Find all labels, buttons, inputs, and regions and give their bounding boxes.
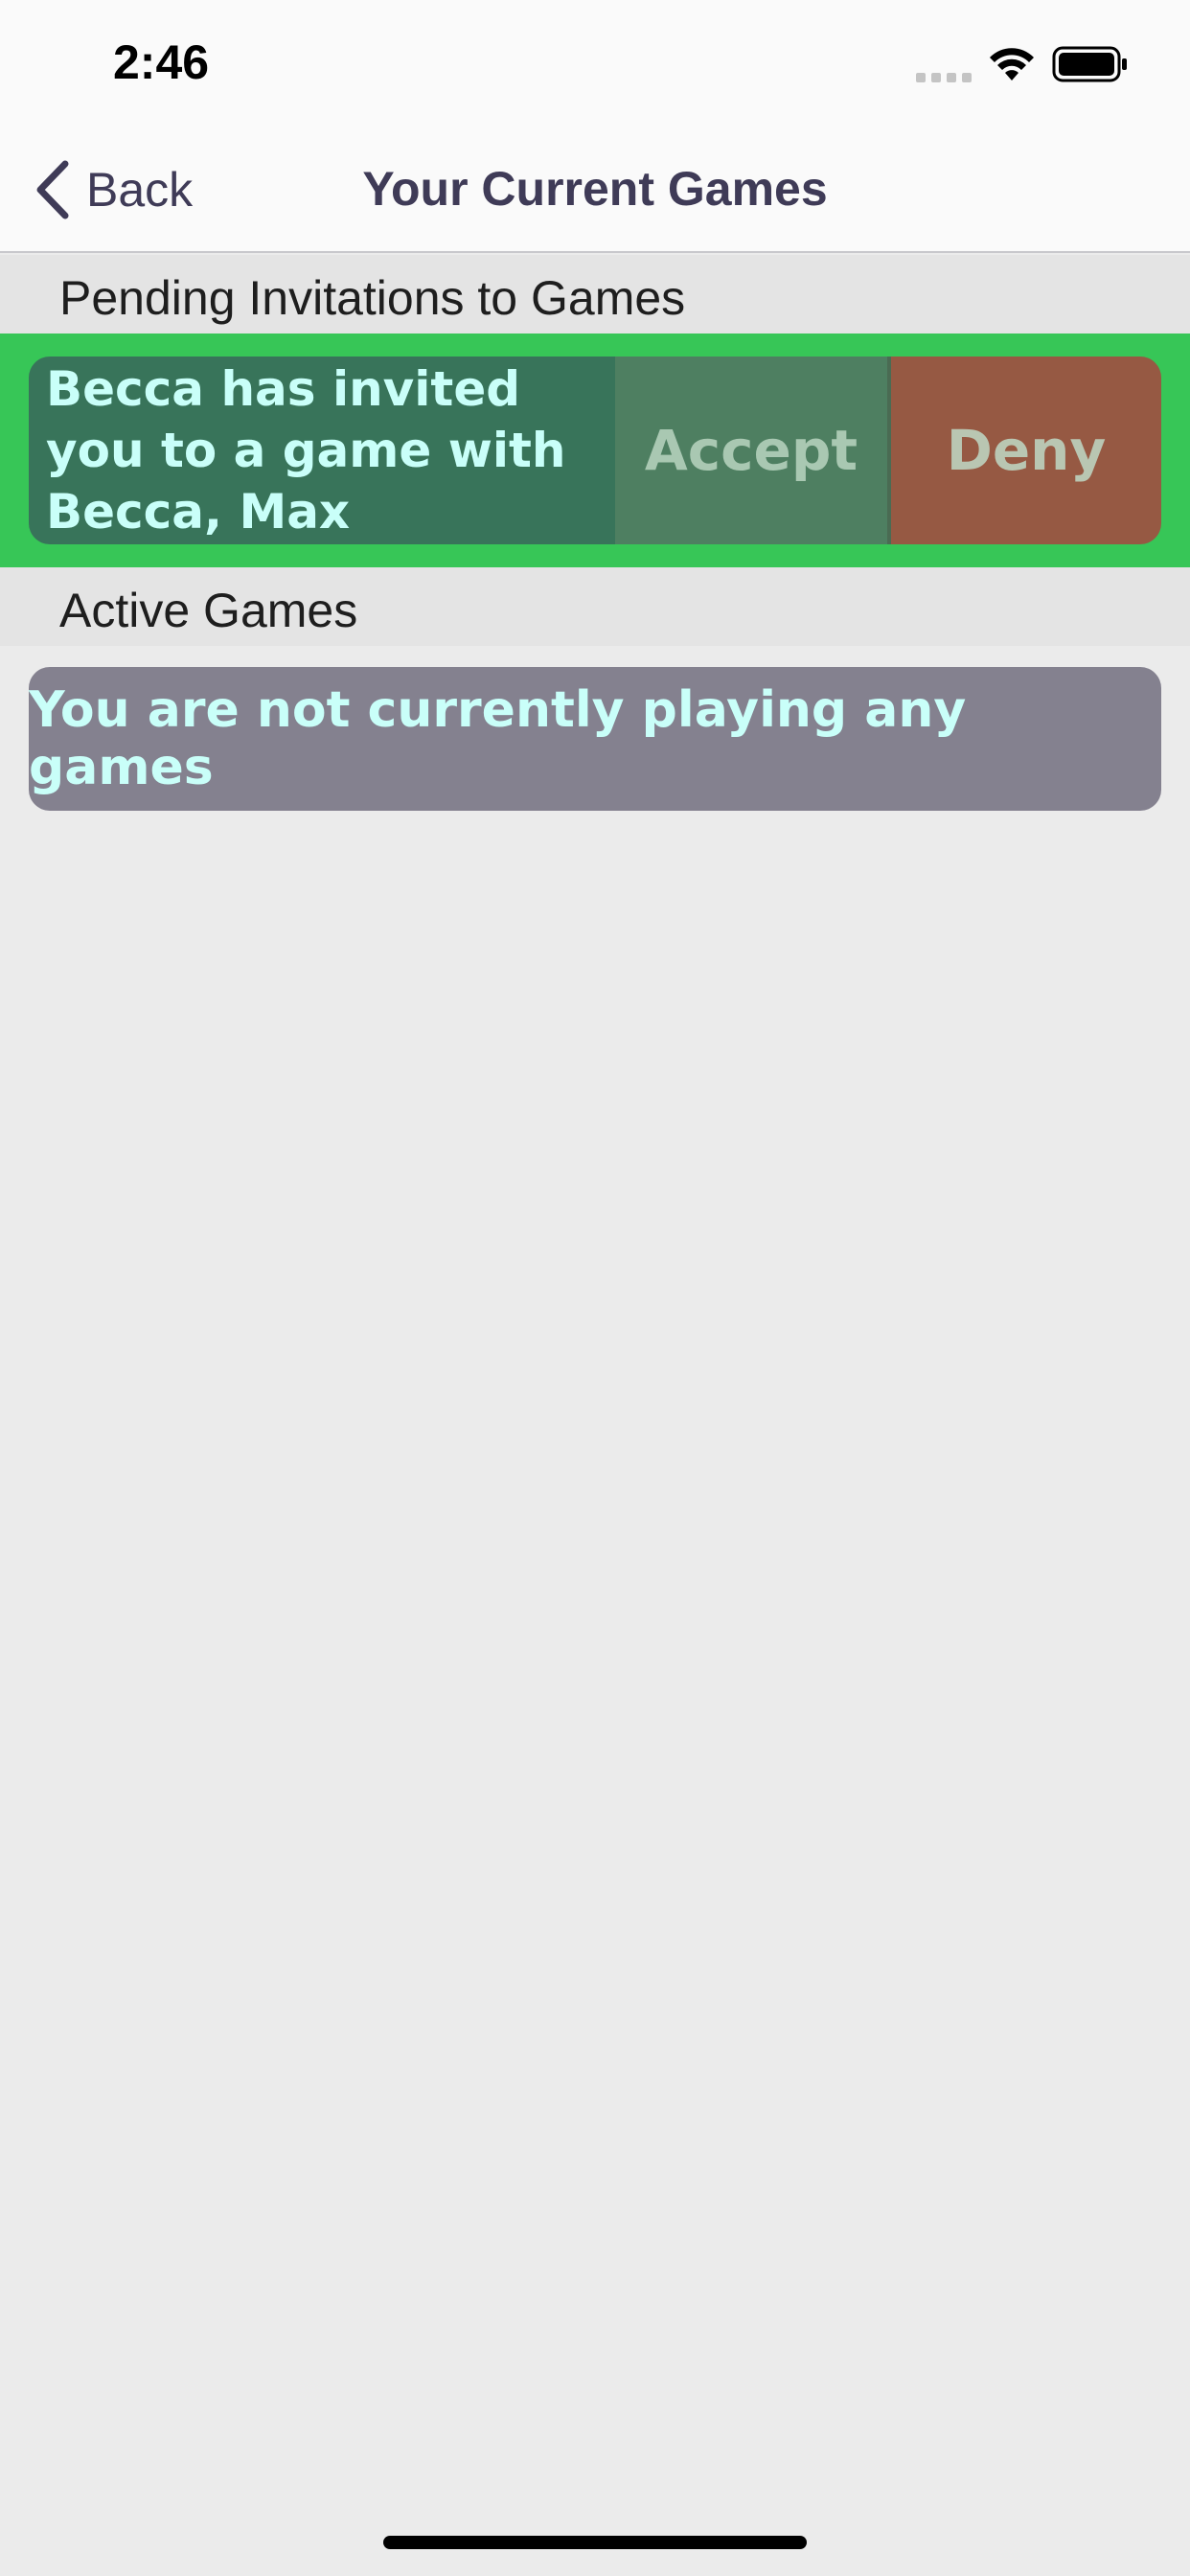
pending-section-title: Pending Invitations to Games [59, 271, 686, 325]
wifi-icon [990, 48, 1034, 80]
active-section-title: Active Games [59, 584, 358, 637]
pending-section-header: Pending Invitations to Games [0, 255, 1190, 334]
status-bar: 2:46 [0, 0, 1190, 126]
invitation-message: Becca has invited you to a game with Bec… [29, 356, 615, 544]
invitation-row: Becca has invited you to a game with Bec… [0, 334, 1190, 567]
navigation-bar: Back Your Current Games [0, 126, 1190, 253]
home-indicator[interactable] [383, 2536, 807, 2549]
battery-icon [1052, 46, 1127, 82]
deny-button[interactable]: Deny [891, 356, 1161, 544]
page-title: Your Current Games [362, 162, 828, 216]
accept-button[interactable]: Accept [615, 356, 887, 544]
status-time: 2:46 [113, 35, 210, 89]
no-games-message: You are not currently playing any games [29, 667, 1161, 811]
signal-icon [916, 73, 972, 82]
active-section-header: Active Games [0, 567, 1190, 646]
invitation-card: Becca has invited you to a game with Bec… [29, 356, 1161, 544]
